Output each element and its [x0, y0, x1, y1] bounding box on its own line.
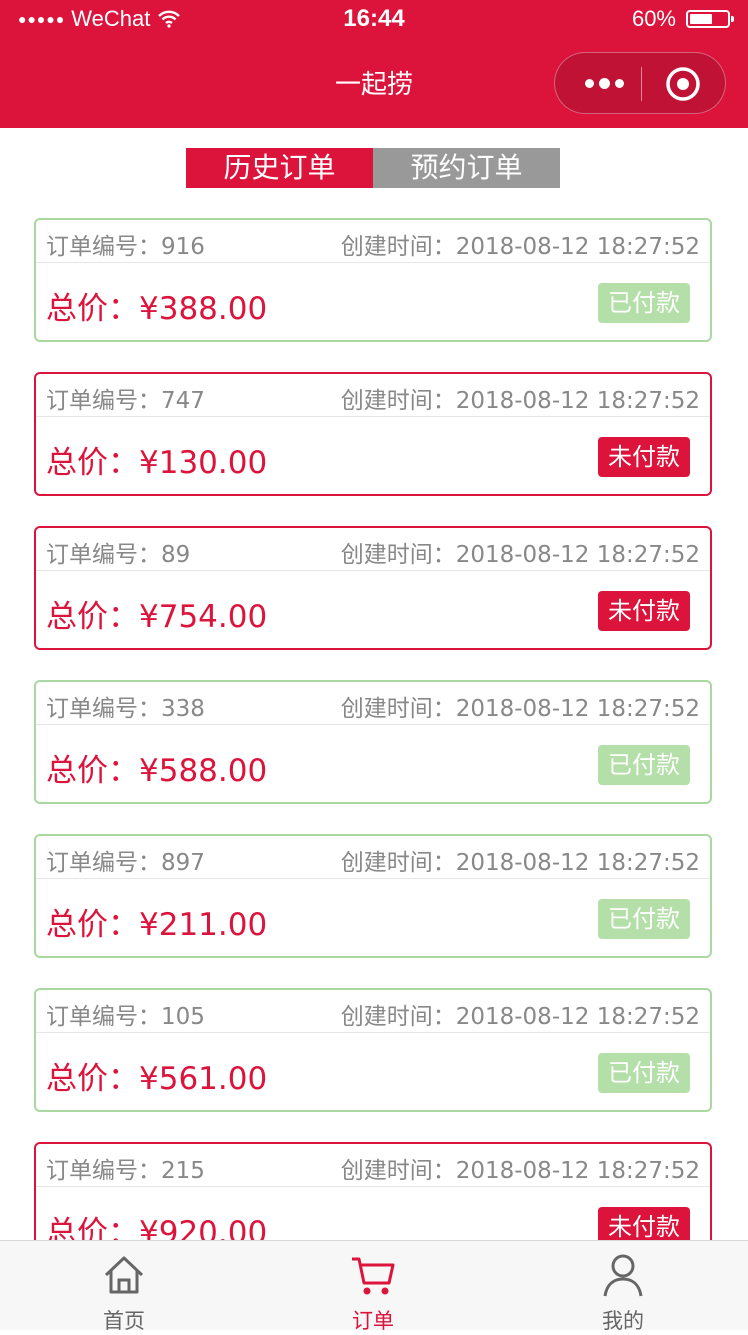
tabbar-item-home[interactable]: 首页 [64, 1241, 184, 1333]
order-card-header: 订单编号：105 创建时间：2018-08-12 18:27:52 [36, 990, 710, 1033]
order-card[interactable]: 订单编号：89 创建时间：2018-08-12 18:27:52 总价：¥754.0… [34, 526, 712, 650]
order-created-time: 创建时间：2018-08-12 18:27:52 [340, 388, 700, 414]
tab-history-orders[interactable]: 历史订单 [186, 148, 373, 188]
order-total-price: 总价：¥754.00 [46, 599, 268, 635]
tab-bar: 首页 订单 我的 [0, 1240, 748, 1333]
tabbar-item-orders[interactable]: 订单 [313, 1241, 433, 1333]
order-total-price: 总价：¥388.00 [46, 291, 268, 327]
order-card[interactable]: 订单编号：916 创建时间：2018-08-12 18:27:52 总价：¥388.… [34, 218, 712, 342]
order-created-time: 创建时间：2018-08-12 18:27:52 [340, 696, 700, 722]
tab-reserved-orders[interactable]: 预约订单 [373, 148, 560, 188]
user-icon [603, 1254, 643, 1297]
capsule-divider [641, 67, 642, 101]
order-card-header: 订单编号：215 创建时间：2018-08-12 18:27:52 [36, 1144, 710, 1187]
nav-bar: 一起捞 [0, 40, 748, 128]
miniprogram-capsule [554, 52, 726, 114]
order-card[interactable]: 订单编号：747 创建时间：2018-08-12 18:27:52 总价：¥130.… [34, 372, 712, 496]
order-card-body: 总价：¥561.00 已付款 [36, 1033, 710, 1111]
payment-status-badge: 已付款 [598, 283, 690, 323]
order-number: 订单编号：747 [46, 388, 205, 414]
more-button[interactable] [571, 53, 637, 113]
order-card[interactable]: 订单编号：215 创建时间：2018-08-12 18:27:52 总价：¥920.… [34, 1142, 712, 1240]
order-card-header: 订单编号：897 创建时间：2018-08-12 18:27:52 [36, 836, 710, 879]
order-card-body: 总价：¥388.00 已付款 [36, 263, 710, 341]
order-number: 订单编号：89 [46, 542, 191, 568]
order-total-price: 总价：¥561.00 [46, 1061, 268, 1097]
battery-info: 60% [631, 6, 734, 32]
payment-status-badge[interactable]: 未付款 [598, 591, 690, 631]
order-number: 订单编号：215 [46, 1158, 205, 1184]
order-created-time: 创建时间：2018-08-12 18:27:52 [340, 1004, 700, 1030]
order-card[interactable]: 订单编号：105 创建时间：2018-08-12 18:27:52 总价：¥561.… [34, 988, 712, 1112]
order-number: 订单编号：897 [46, 850, 205, 876]
order-card-body: 总价：¥588.00 已付款 [36, 725, 710, 803]
cart-icon [352, 1257, 395, 1295]
order-card[interactable]: 订单编号：338 创建时间：2018-08-12 18:27:52 总价：¥588.… [34, 680, 712, 804]
order-created-time: 创建时间：2018-08-12 18:27:52 [340, 1158, 700, 1184]
payment-status-badge: 已付款 [598, 745, 690, 785]
tabbar-item-mine[interactable]: 我的 [563, 1241, 683, 1333]
order-number: 订单编号：916 [46, 234, 205, 260]
more-dot-icon [584, 78, 594, 88]
tabbar-label-home: 首页 [103, 1309, 145, 1333]
battery-percent: 60% [631, 6, 676, 31]
order-created-time: 创建时间：2018-08-12 18:27:52 [340, 234, 700, 260]
order-total-price: 总价：¥130.00 [46, 445, 268, 481]
order-card-header: 订单编号：89 创建时间：2018-08-12 18:27:52 [36, 528, 710, 571]
order-card-body: 总价：¥754.00 未付款 [36, 571, 710, 649]
order-list: 订单编号：916 创建时间：2018-08-12 18:27:52 总价：¥388.… [34, 218, 712, 1240]
order-total-price: 总价：¥211.00 [46, 907, 268, 943]
tabbar-label-mine: 我的 [602, 1309, 644, 1333]
order-total-price: 总价：¥588.00 [46, 753, 268, 789]
payment-status-badge[interactable]: 未付款 [598, 437, 690, 477]
order-total-price: 总价：¥920.00 [46, 1215, 268, 1240]
payment-status-badge: 已付款 [598, 1053, 690, 1093]
order-card-header: 订单编号：338 创建时间：2018-08-12 18:27:52 [36, 682, 710, 725]
order-card-header: 订单编号：916 创建时间：2018-08-12 18:27:52 [36, 220, 710, 263]
order-card[interactable]: 订单编号：897 创建时间：2018-08-12 18:27:52 总价：¥211.… [34, 834, 712, 958]
more-dot-icon [614, 78, 624, 88]
close-miniprogram-icon[interactable] [665, 66, 701, 102]
payment-status-badge: 已付款 [598, 899, 690, 939]
payment-status-badge[interactable]: 未付款 [598, 1207, 690, 1240]
order-card-body: 总价：¥211.00 已付款 [36, 879, 710, 957]
order-card-header: 订单编号：747 创建时间：2018-08-12 18:27:52 [36, 374, 710, 417]
order-tabs: 历史订单 预约订单 [186, 148, 560, 188]
tabbar-label-orders: 订单 [352, 1309, 394, 1333]
status-bar: ●●●●● WeChat 16:44 60% [0, 0, 748, 40]
order-card-body: 总价：¥920.00 未付款 [36, 1187, 710, 1240]
home-icon [104, 1256, 144, 1294]
order-number: 订单编号：105 [46, 1004, 205, 1030]
battery-icon [686, 10, 734, 28]
more-dot-icon [598, 77, 610, 89]
order-created-time: 创建时间：2018-08-12 18:27:52 [340, 542, 700, 568]
order-number: 订单编号：338 [46, 696, 205, 722]
order-card-body: 总价：¥130.00 未付款 [36, 417, 710, 495]
order-created-time: 创建时间：2018-08-12 18:27:52 [340, 850, 700, 876]
